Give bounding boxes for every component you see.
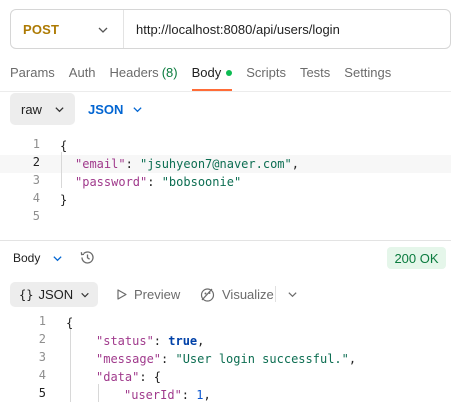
response-section-select[interactable]: Body <box>13 248 63 268</box>
json-string-value: "User login successful." <box>175 352 349 366</box>
tab-settings[interactable]: Settings <box>344 63 391 91</box>
method-label: POST <box>23 21 60 37</box>
line-number: 4 <box>32 191 40 205</box>
response-body-viewer[interactable]: 1 2 3 4 5 { "status": true, "message": "… <box>0 314 451 402</box>
json-string-value: "bobsoonie" <box>161 175 242 189</box>
chevron-down-icon <box>53 255 62 261</box>
language-label: JSON <box>88 101 124 117</box>
tab-headers-label: Headers <box>109 65 159 80</box>
open-brace: { <box>66 316 74 330</box>
tab-tests[interactable]: Tests <box>300 63 330 91</box>
chevron-down-icon <box>55 107 64 113</box>
tab-scripts-label: Scripts <box>246 65 286 80</box>
json-key: "message" <box>96 352 162 366</box>
chevron-down-icon[interactable] <box>287 289 298 300</box>
body-type-select[interactable]: raw <box>10 93 75 125</box>
body-indicator-dot <box>226 70 233 76</box>
headers-count-badge: (8) <box>161 65 178 80</box>
preview-label: Preview <box>134 287 181 302</box>
url-bar: POST http://localhost:8080/api/users/log… <box>10 9 451 49</box>
chevron-down-icon <box>81 292 89 298</box>
chevron-down-icon <box>98 27 108 33</box>
response-format-select[interactable]: {} JSON <box>10 282 98 307</box>
line-number: 5 <box>38 386 46 400</box>
indent-guide <box>98 384 99 402</box>
json-key: "data" <box>96 370 140 384</box>
response-section-label: Body <box>13 251 41 265</box>
indent-guide <box>70 329 71 402</box>
url-input[interactable]: http://localhost:8080/api/users/login <box>124 22 340 37</box>
close-brace: } <box>60 193 68 207</box>
tab-headers[interactable]: Headers (8) <box>110 63 178 91</box>
toolbar-divider <box>275 286 276 302</box>
line-number: 4 <box>38 368 46 382</box>
line-number: 3 <box>38 350 46 364</box>
chevron-down-icon <box>133 106 143 112</box>
line-number: 1 <box>32 137 40 151</box>
open-brace: { <box>60 139 68 153</box>
json-boolean-value: true <box>168 334 198 348</box>
braces-icon: {} <box>19 287 34 302</box>
play-icon <box>117 289 127 300</box>
visualize-button[interactable]: Visualize <box>199 282 274 307</box>
json-string-value: "jsuhyeon7@naver.com" <box>140 157 292 171</box>
indent-guide <box>61 152 62 188</box>
method-select[interactable]: POST <box>11 10 124 48</box>
line-number: 3 <box>32 173 40 187</box>
visualize-label: Visualize <box>222 287 274 302</box>
tab-settings-label: Settings <box>344 65 392 80</box>
tab-body-label: Body <box>191 65 222 80</box>
tab-body[interactable]: Body <box>191 63 233 91</box>
line-number: 1 <box>38 314 46 328</box>
tab-auth[interactable]: Auth <box>69 63 96 91</box>
request-body-editor[interactable]: 1 2 3 4 5 { "email": "jsuhyeon7@naver.co… <box>0 137 451 227</box>
line-number: 2 <box>38 332 46 346</box>
visualize-icon <box>200 288 215 302</box>
json-key: "password" <box>75 175 148 189</box>
line-number: 2 <box>32 155 40 169</box>
json-key: "email" <box>75 157 126 171</box>
tabs-divider <box>0 91 451 92</box>
status-badge: 200 OK <box>387 247 446 269</box>
line-number: 5 <box>32 209 40 223</box>
json-key: "userId" <box>124 388 182 402</box>
tab-auth-label: Auth <box>68 65 96 80</box>
response-format-label: JSON <box>38 287 74 302</box>
tab-params-label: Params <box>10 65 55 80</box>
language-select[interactable]: JSON <box>88 93 143 125</box>
tab-tests-label: Tests <box>299 65 331 80</box>
preview-button[interactable]: Preview <box>115 282 180 307</box>
history-icon[interactable] <box>79 249 96 266</box>
body-type-label: raw <box>21 101 42 117</box>
request-response-divider[interactable] <box>0 240 451 241</box>
tab-params[interactable]: Params <box>10 63 55 91</box>
request-tabs: Params Auth Headers (8) Body Scripts Test… <box>10 63 405 91</box>
json-key: "status" <box>96 334 154 348</box>
tab-scripts[interactable]: Scripts <box>246 63 286 91</box>
